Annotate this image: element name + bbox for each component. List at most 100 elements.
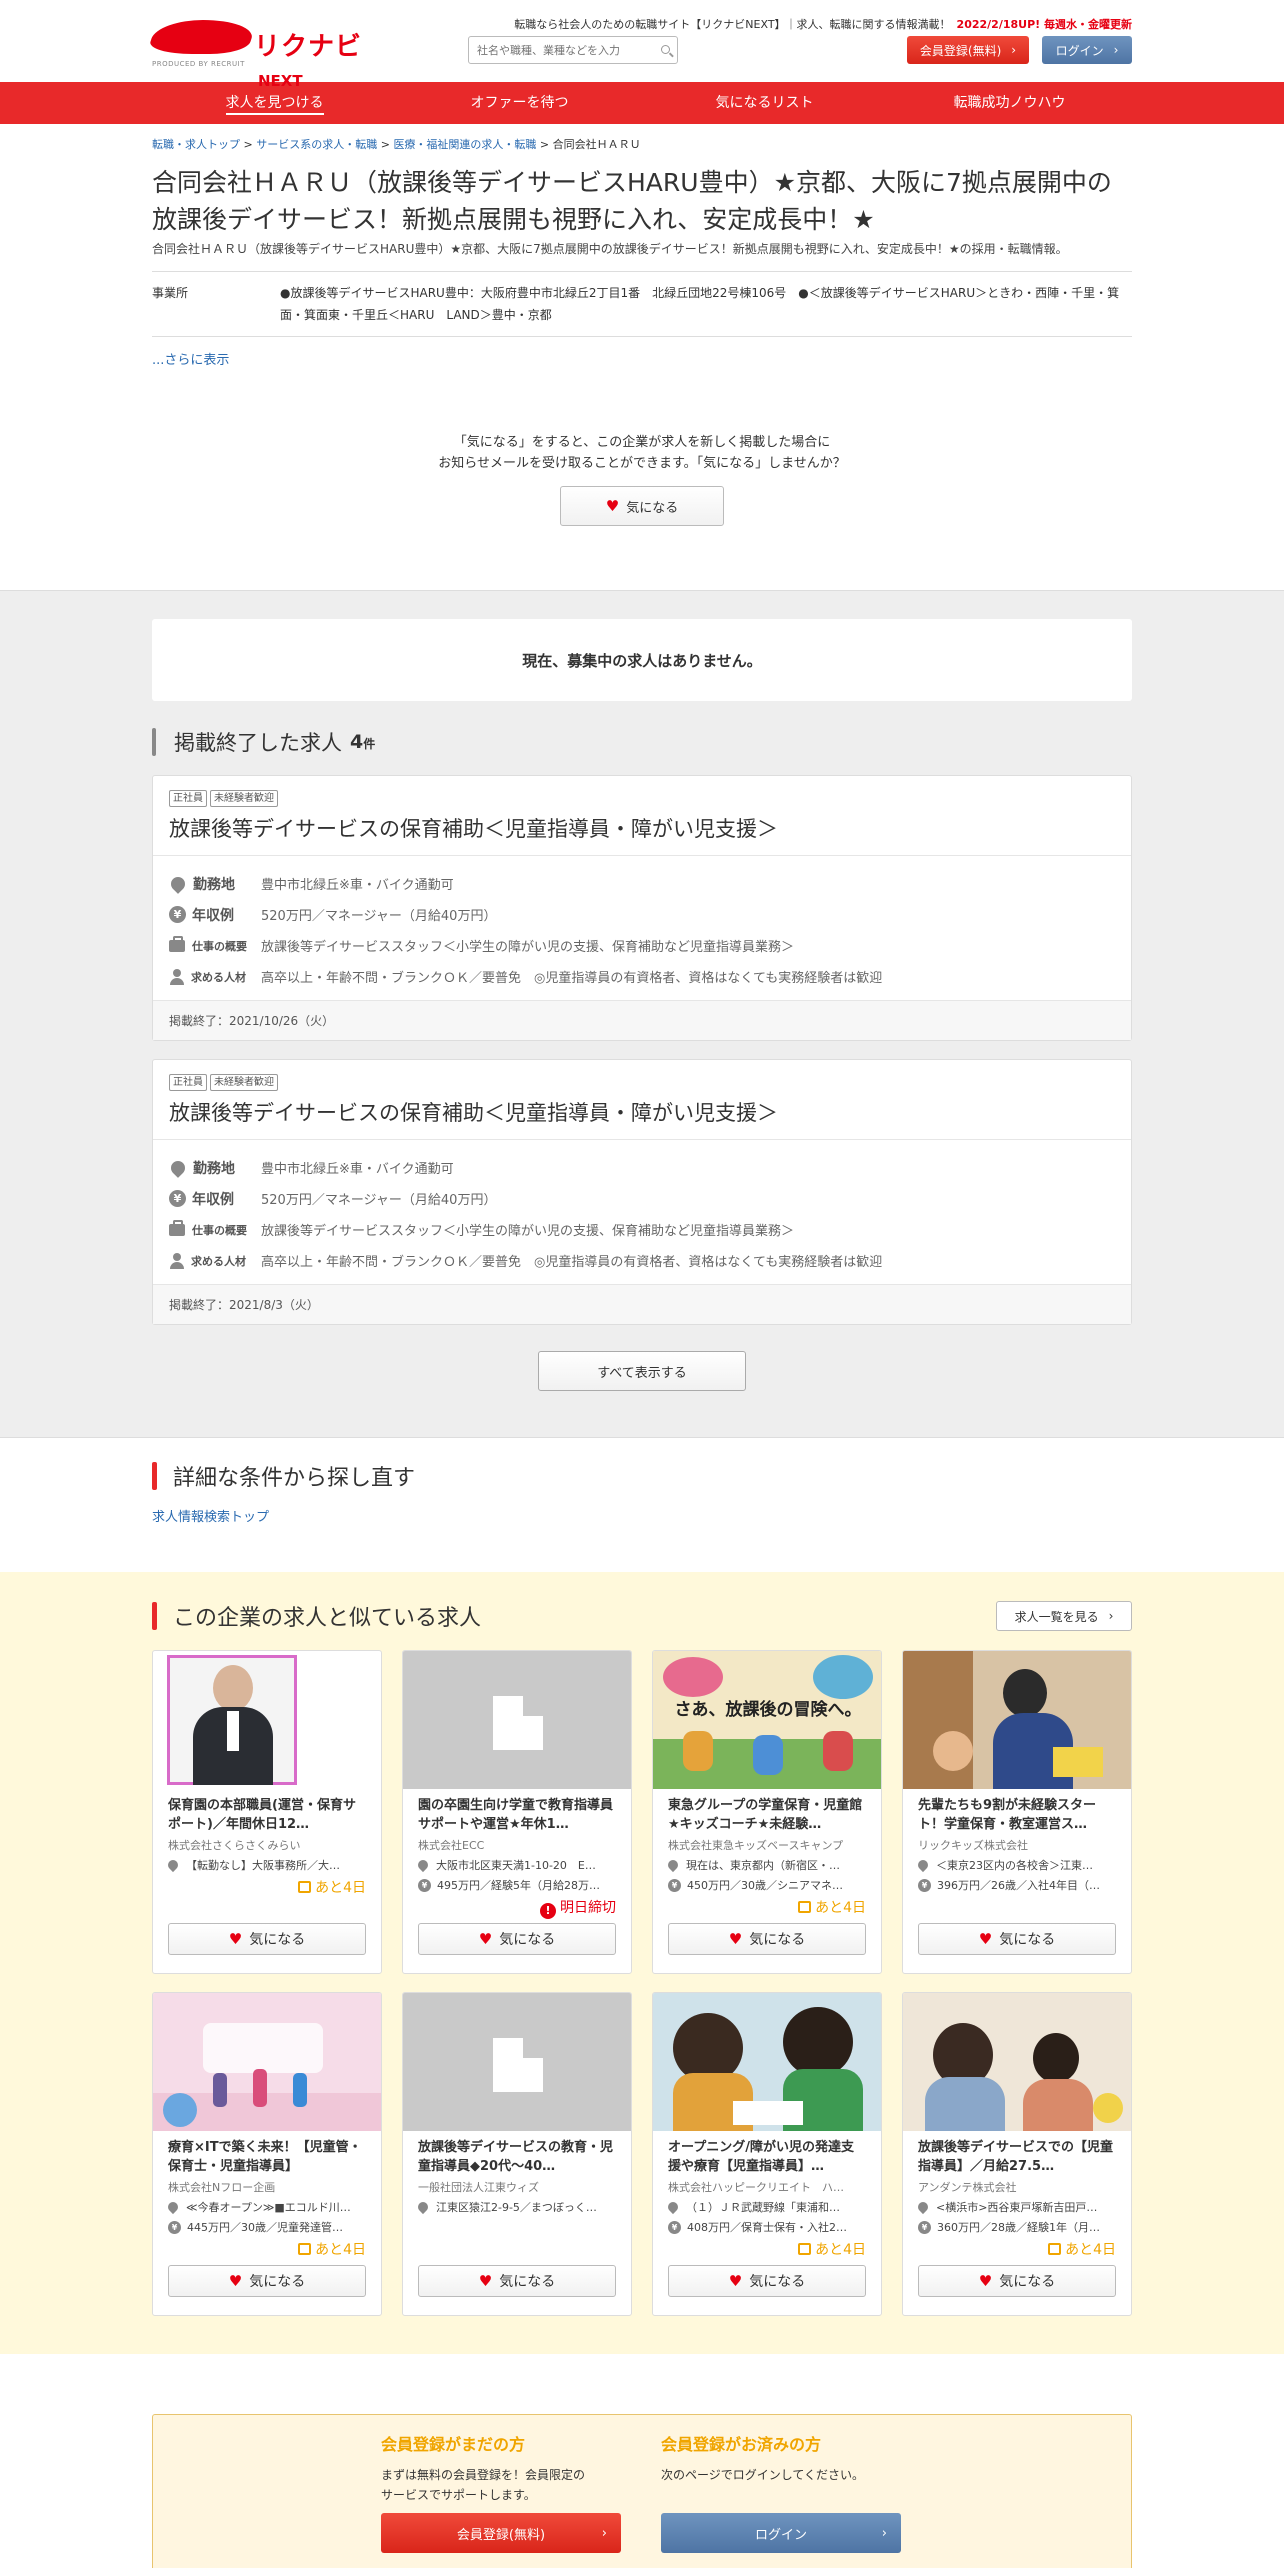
show-all-button[interactable]: すべて表示する — [538, 1351, 746, 1391]
thumb-image[interactable] — [653, 1993, 881, 2131]
heart-icon: ♥ — [478, 2272, 493, 2290]
card-title[interactable]: オープニング/障がい児の発達支援や療育【児童指導員】… — [653, 2131, 881, 2177]
card-badge-row: あと4日 — [903, 2235, 1131, 2258]
card-badge-row: あと4日 — [653, 1893, 881, 1916]
card-favorite-button[interactable]: ♥ 気になる — [668, 1923, 866, 1955]
no-jobs-message: 現在、募集中の求人はありません。 — [152, 619, 1132, 701]
job-summary: 放課後等デイサービススタッフ＜小学生の障がい児の支援、保育補助など児童指導員業務… — [261, 1224, 795, 1239]
card-title[interactable]: 放課後等デイサービスの教育・児童指導員◆20代～40… — [403, 2131, 631, 2177]
member-text: 次のページでログインしてください。 — [661, 2468, 865, 2482]
job-card[interactable]: 正社員 未経験者歓迎 放課後等デイサービスの保育補助＜児童指導員・障がい児支援＞… — [152, 775, 1132, 1041]
detail-search-heading: 詳細な条件から探し直す — [152, 1460, 1132, 1492]
card-salary: ¥408万円／保育士保有・入社2… — [653, 2215, 881, 2235]
similar-jobs-heading: この企業の求人と似ている求人 — [152, 1600, 481, 1632]
show-more-link[interactable]: ...さらに表示 — [152, 349, 1132, 368]
detail-search-section: 詳細な条件から探し直す 求人情報検索トップ — [0, 1460, 1284, 1525]
card-favorite-button[interactable]: ♥ 気になる — [668, 2265, 866, 2297]
thumb-image[interactable] — [903, 1993, 1131, 2131]
job-card[interactable]: 正社員 未経験者歓迎 放課後等デイサービスの保育補助＜児童指導員・障がい児支援＞… — [152, 1059, 1132, 1325]
similar-job-card[interactable]: 先輩たちも9割が未経験スタート！学童保育・教室運営ス… リックキッズ株式会社 ＜東京… — [902, 1650, 1132, 1974]
card-favorite-button[interactable]: ♥ 気になる — [918, 1923, 1116, 1955]
briefcase-icon — [169, 935, 185, 952]
similar-job-card[interactable]: 療育×ITで築く未来！【児童管・保育士・児童指導員】 株式会社Nフロー企画 ≪今春オ… — [152, 1992, 382, 2316]
similar-job-card[interactable]: オープニング/障がい児の発達支援や療育【児童指導員】… 株式会社ハッピークリエイト… — [652, 1992, 882, 2316]
card-title[interactable]: 東急グループの学童保育・児童館★キッズコーチ★未経験… — [653, 1789, 881, 1835]
login-box: 会員登録がまだの方 まずは無料の会員登録を！会員限定の サービスでサポートします。… — [152, 2414, 1132, 2568]
card-title[interactable]: 先輩たちも9割が未経験スタート！学童保育・教室運営ス… — [903, 1789, 1131, 1835]
card-title[interactable]: 放課後等デイサービスでの【児童指導員】／月給27.5… — [903, 2131, 1131, 2177]
briefcase-icon — [169, 1219, 185, 1236]
card-title[interactable]: 療育×ITで築く未来！【児童管・保育士・児童指導員】 — [153, 2131, 381, 2177]
breadcrumb-link-service[interactable]: サービス系の求人・転職 — [256, 138, 377, 151]
heart-icon: ♥ — [728, 1930, 743, 1948]
nav-item-knowhow[interactable]: 転職成功ノウハウ — [887, 82, 1132, 124]
card-favorite-button[interactable]: ♥ 気になる — [168, 1923, 366, 1955]
card-favorite-button[interactable]: ♥ 気になる — [918, 2265, 1116, 2297]
card-salary: ¥450万円／30歳／シニアマネ… — [653, 1873, 881, 1893]
breadcrumb-link-medical[interactable]: 医療・福祉関連の求人・転職 — [393, 138, 536, 151]
search-top-link[interactable]: 求人情報検索トップ — [152, 1506, 1132, 1525]
card-location: ＜東京23区内の各校舎＞江東… — [903, 1853, 1131, 1873]
site-logo[interactable]: リクナビNEXT PRODUCED BY RECRUIT — [146, 16, 402, 90]
job-title[interactable]: 放課後等デイサービスの保育補助＜児童指導員・障がい児支援＞ — [169, 813, 1115, 845]
similar-job-card[interactable]: 放課後等デイサービスの教育・児童指導員◆20代～40… 一般社団法人江東ウィズ 江東… — [402, 1992, 632, 2316]
person-icon — [169, 1252, 185, 1269]
card-company: 株式会社ハッピークリエイト ハ… — [668, 2181, 844, 2194]
card-favorite-button[interactable]: ♥ 気になる — [168, 2265, 366, 2297]
thumb-caption: さあ、放課後の冒険へ。 — [674, 1700, 862, 1720]
days-left-badge: あと4日 — [298, 1880, 366, 1896]
card-location: 現在は、東京都内（新宿区・… — [653, 1853, 881, 1873]
card-company: 株式会社Nフロー企画 — [168, 2181, 276, 2194]
job-title[interactable]: 放課後等デイサービスの保育補助＜児童指導員・障がい児支援＞ — [169, 1097, 1115, 1129]
login-button[interactable]: ログイン › — [1042, 36, 1132, 64]
location-pin-icon — [168, 1157, 188, 1178]
company-favorite-button[interactable]: ♥ 気になる — [560, 486, 724, 526]
card-location: 大阪市北区東天満1-10-20 E… — [403, 1853, 631, 1873]
calendar-icon — [798, 2243, 812, 2255]
card-badge-row: ! 明日締切 — [403, 1893, 631, 1919]
location-pin-icon — [165, 1857, 181, 1873]
office-value: ●放課後等デイサービスHARU豊中：大阪府豊中市北緑丘2丁目1番 北緑丘団地22… — [280, 286, 1120, 322]
card-badge-row: あと4日 — [153, 1873, 381, 1896]
card-company: 株式会社さくらさくみらい — [168, 1839, 301, 1852]
card-salary: ¥445万円／30歳／児童発達管… — [153, 2215, 381, 2235]
search-icon[interactable] — [661, 45, 670, 54]
job-tag: 正社員 — [169, 1074, 207, 1091]
yen-icon: ¥ — [668, 2220, 681, 2234]
card-badge-row: あと4日 — [153, 2235, 381, 2258]
calendar-icon — [298, 1881, 312, 1893]
thumb-image[interactable] — [903, 1651, 1131, 1789]
location-pin-icon — [415, 1857, 431, 1873]
yen-icon: ¥ — [918, 2220, 931, 2234]
register-button[interactable]: 会員登録(無料) › — [907, 36, 1029, 64]
card-title[interactable]: 保育園の本部職員(運営・保育サポート)／年間休日12… — [153, 1789, 381, 1835]
job-list-button[interactable]: 求人一覧を見る › — [996, 1601, 1132, 1631]
card-salary: ¥360万円／28歳／経験1年（月… — [903, 2215, 1131, 2235]
card-favorite-button[interactable]: ♥ 気になる — [418, 1923, 616, 1955]
thumb-image[interactable] — [153, 1993, 381, 2131]
job-tag: 未経験者歓迎 — [210, 1074, 278, 1091]
breadcrumb: 転職・求人トップ > サービス系の求人・転職 > 医療・福祉関連の求人・転職 >… — [152, 138, 641, 151]
similar-job-card[interactable]: さあ、放課後の冒険へ。 東急グループの学童保育・児童館★キッズコーチ★未経験… 株式… — [652, 1650, 882, 1974]
nav-item-favorites[interactable]: 気になるリスト — [642, 82, 887, 124]
location-pin-icon — [165, 2199, 181, 2215]
similar-job-card[interactable]: 園の卒園生向け学童で教育指導員サポートや運営★年休1… 株式会社ECC 大阪市北区東… — [402, 1650, 632, 1974]
thumb-image[interactable]: さあ、放課後の冒険へ。 — [653, 1651, 881, 1789]
card-title[interactable]: 園の卒園生向け学童で教育指導員サポートや運営★年休1… — [403, 1789, 631, 1835]
yen-icon: ¥ — [418, 1878, 431, 1892]
logo-text: リクナビNEXT — [254, 32, 363, 90]
calendar-icon — [298, 2243, 312, 2255]
nav-item-offers[interactable]: オファーを待つ — [397, 82, 642, 124]
bottom-login-button[interactable]: ログイン › — [661, 2513, 901, 2553]
chevron-right-icon: › — [1011, 43, 1017, 57]
breadcrumb-link-top[interactable]: 転職・求人トップ — [152, 138, 240, 151]
similar-job-card[interactable]: 保育園の本部職員(運営・保育サポート)／年間休日12… 株式会社さくらさくみらい【… — [152, 1650, 382, 1974]
search-input[interactable] — [469, 37, 649, 63]
similar-job-card[interactable]: 放課後等デイサービスでの【児童指導員】／月給27.5… アンダンテ株式会社 <横浜市… — [902, 1992, 1132, 2316]
bottom-register-button[interactable]: 会員登録(無料) › — [381, 2513, 621, 2553]
card-badge-row: あと4日 — [653, 2235, 881, 2258]
calendar-icon — [1048, 2243, 1062, 2255]
card-favorite-button[interactable]: ♥ 気になる — [418, 2265, 616, 2297]
thumb-image[interactable] — [153, 1651, 381, 1789]
heart-icon: ♥ — [228, 2272, 243, 2290]
